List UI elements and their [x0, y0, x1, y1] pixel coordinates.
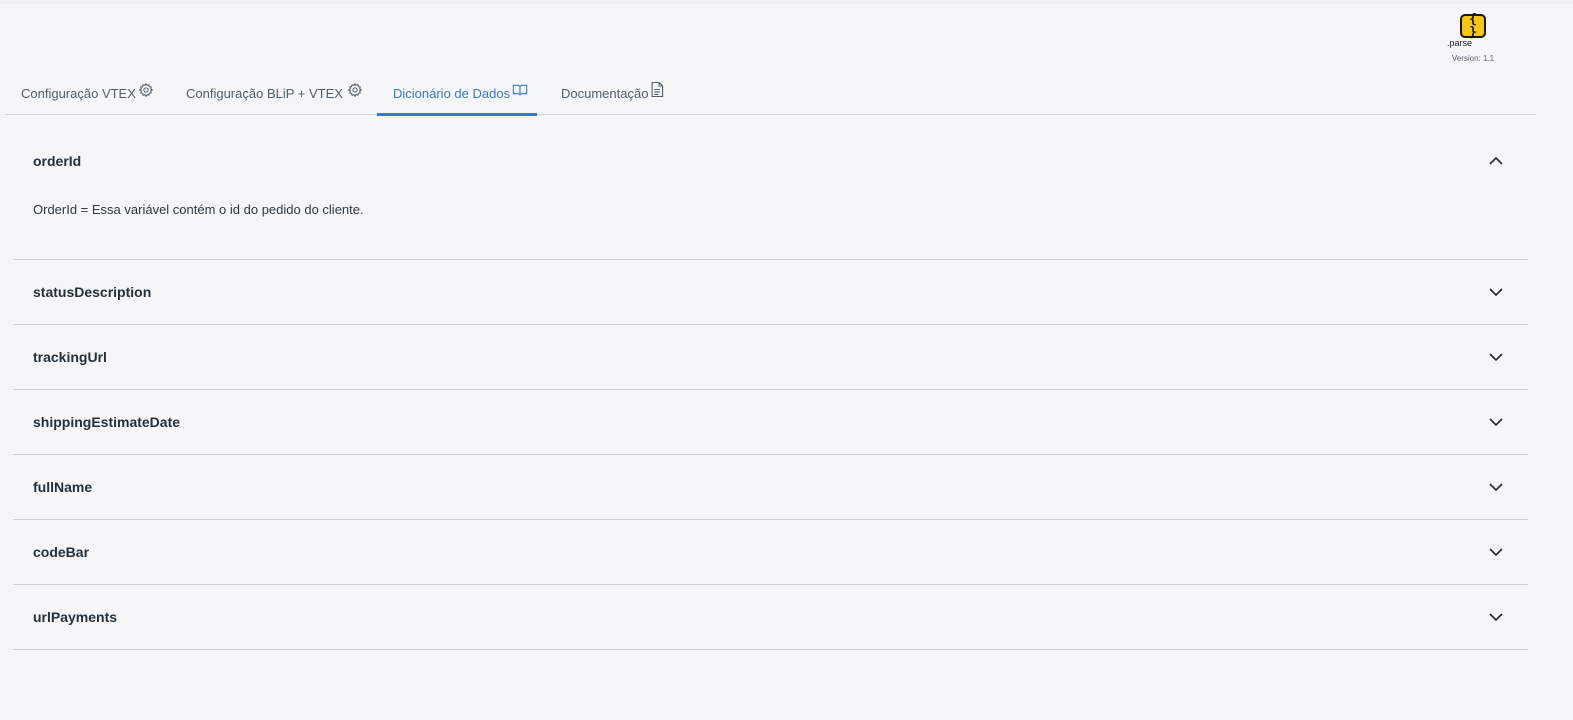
chevron-down-icon — [1488, 284, 1504, 300]
logo: { } .parse Version: 1.1 — [1437, 13, 1509, 63]
chevron-down-icon — [1488, 609, 1504, 625]
accordion-header[interactable]: codeBar — [13, 520, 1528, 584]
tab-configuracao-blip-vtex[interactable]: Configuração BLiP + VTEX — [186, 72, 363, 115]
chevron-down-icon — [1488, 544, 1504, 560]
chevron-up-icon — [1488, 153, 1504, 169]
tab-dicionario-de-dados[interactable]: Dicionário de Dados — [377, 72, 537, 116]
accordion-header[interactable]: trackingUrl — [13, 325, 1528, 389]
accordion-title: statusDescription — [33, 284, 152, 300]
accordion-title: orderId — [33, 153, 82, 169]
accordion-title: urlPayments — [33, 609, 118, 625]
tab-label: Dicionário de Dados — [393, 86, 511, 101]
accordion-item-shippingestimatedate: shippingEstimateDate — [13, 390, 1528, 455]
tab-bar: Configuração VTEX Configuração BLiP + VT… — [5, 72, 1536, 116]
accordion-item-urlpayments: urlPayments — [13, 585, 1528, 650]
tab-label: Configuração BLiP + VTEX — [186, 86, 343, 101]
parse-logo-icon: { } — [1460, 13, 1486, 39]
accordion-title: fullName — [33, 479, 93, 495]
tab-label: Documentação — [561, 86, 649, 101]
document-icon — [650, 81, 664, 98]
accordion-item-statusdescription: statusDescription — [13, 260, 1528, 325]
chevron-down-icon — [1488, 349, 1504, 365]
accordion-item-fullname: fullName — [13, 455, 1528, 520]
chevron-down-icon — [1488, 414, 1504, 430]
accordion-title: trackingUrl — [33, 349, 107, 365]
tab-documentacao[interactable]: Documentação — [561, 72, 664, 115]
data-dictionary-accordion: orderId OrderId = Essa variável contém o… — [13, 130, 1528, 650]
accordion-item-trackingurl: trackingUrl — [13, 325, 1528, 390]
book-icon — [512, 83, 528, 97]
accordion-title: codeBar — [33, 544, 90, 560]
gear-icon — [138, 82, 154, 98]
chevron-down-icon — [1488, 479, 1504, 495]
accordion-header[interactable]: statusDescription — [13, 260, 1528, 324]
accordion-header[interactable]: shippingEstimateDate — [13, 390, 1528, 454]
accordion-header[interactable]: fullName — [13, 455, 1528, 519]
accordion-body: OrderId = Essa variável contém o id do p… — [33, 202, 364, 217]
gear-icon — [347, 82, 363, 98]
tab-configuracao-vtex[interactable]: Configuração VTEX — [21, 72, 154, 115]
accordion-header[interactable]: urlPayments — [13, 585, 1528, 649]
top-band — [0, 0, 1573, 4]
accordion-header[interactable]: orderId — [13, 130, 1528, 192]
tab-label: Configuração VTEX — [21, 86, 136, 101]
version-label: Version: 1.1 — [1451, 54, 1495, 63]
accordion-item-orderid: orderId OrderId = Essa variável contém o… — [13, 130, 1528, 260]
accordion-title: shippingEstimateDate — [33, 414, 181, 430]
accordion-item-codebar: codeBar — [13, 520, 1528, 585]
